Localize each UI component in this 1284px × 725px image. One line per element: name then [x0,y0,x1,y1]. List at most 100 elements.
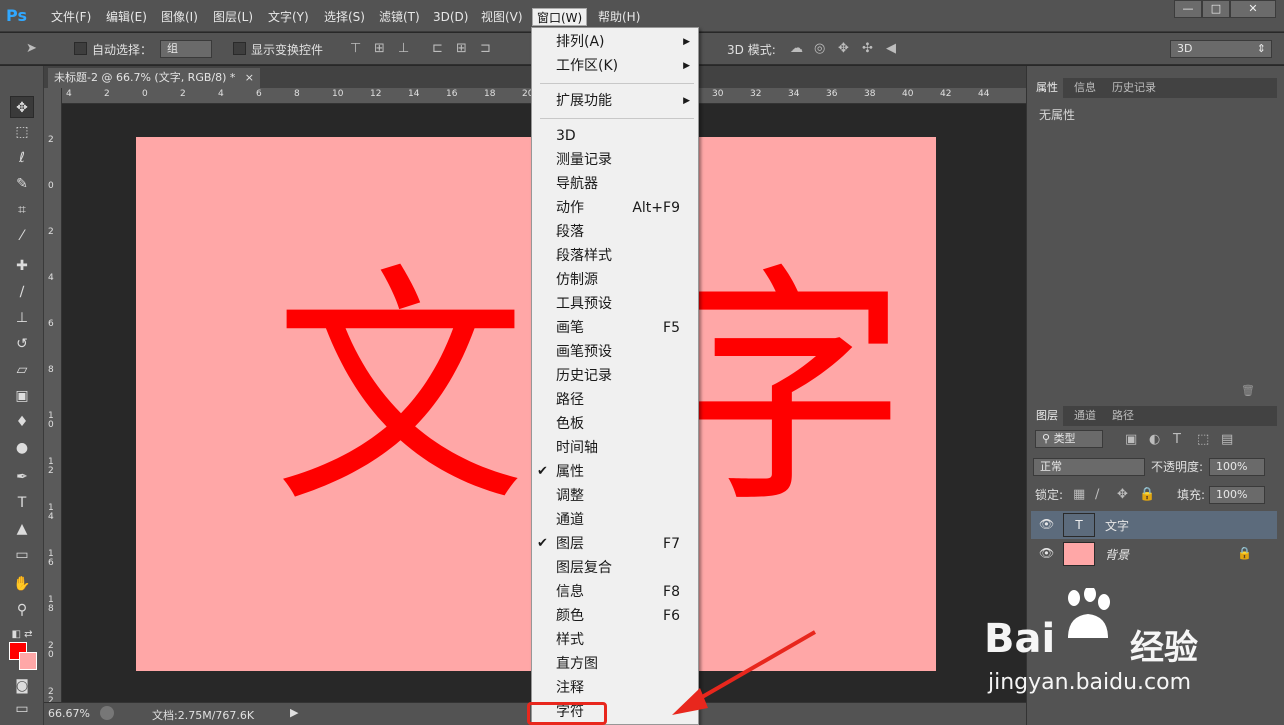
quick-select-tool-icon[interactable]: ✎ [10,173,34,195]
window-menu-item[interactable]: 导航器 [532,172,698,196]
brush-tool-icon[interactable]: ∕ [10,281,34,303]
menu-type[interactable]: 文字(Y) [264,8,313,26]
menu-filter[interactable]: 滤镜(T) [375,8,424,26]
window-menu-item[interactable]: 工具预设 [532,292,698,316]
layer-filter-dropdown[interactable]: ⚲ 类型 [1035,430,1103,448]
window-menu-item[interactable]: 路径 [532,388,698,412]
gradient-tool-icon[interactable]: ▣ [10,385,34,407]
window-menu-item[interactable]: 工作区(K) ▶ [532,54,698,78]
eraser-tool-icon[interactable]: ▱ [10,359,34,381]
menu-edit[interactable]: 编辑(E) [102,8,151,26]
pen-tool-icon[interactable]: ✒ [10,466,34,488]
3d-pan-icon[interactable]: ✥ [838,41,849,57]
window-menu-item[interactable]: ✔ 属性 [532,460,698,484]
move-tool-icon[interactable]: ➤ [26,41,37,57]
tab-channels[interactable]: 通道 [1069,406,1101,426]
dodge-tool-icon[interactable]: ● [10,437,34,459]
layer-name[interactable]: 文字 [1105,517,1129,534]
crop-tool-icon[interactable]: ⌗ [10,199,34,221]
align-hcenter-icon[interactable]: ⊞ [456,41,467,57]
tab-properties[interactable]: 属性 [1031,78,1063,98]
close-button[interactable]: ✕ [1230,0,1276,18]
minimize-button[interactable]: — [1174,0,1202,18]
auto-select-checkbox[interactable] [74,42,87,55]
filter-adjust-icon[interactable]: ◐ [1149,432,1160,448]
history-brush-tool-icon[interactable]: ↺ [10,333,34,355]
auto-select-dropdown[interactable]: 组 [160,40,212,58]
screen-mode-icon[interactable]: ▭ [10,698,34,720]
tab-layers[interactable]: 图层 [1031,406,1063,426]
layer-row-text[interactable]: 👁 T 文字 [1031,511,1277,539]
hand-tool-icon[interactable]: ✋ [10,573,34,595]
window-menu-item[interactable]: 段落样式 [532,244,698,268]
tab-info[interactable]: 信息 [1069,78,1101,98]
window-menu-item[interactable]: 调整 [532,484,698,508]
filter-smart-icon[interactable]: ▤ [1221,432,1233,448]
window-menu-item[interactable]: 段落 [532,220,698,244]
trash-icon[interactable]: 🗑 [1241,384,1255,397]
window-menu-item[interactable]: 动作 Alt+F9 [532,196,698,220]
align-left-icon[interactable]: ⊏ [432,41,443,57]
window-menu-item[interactable]: 图层复合 [532,556,698,580]
tab-history[interactable]: 历史记录 [1107,78,1161,98]
shape-tool-icon[interactable]: ▭ [10,544,34,566]
align-top-icon[interactable]: ⊤ [350,41,361,57]
quick-mask-icon[interactable]: ◙ [10,675,34,697]
menu-file[interactable]: 文件(F) [47,8,95,26]
window-menu-item[interactable]: 通道 [532,508,698,532]
window-menu-item[interactable]: ✔ 图层 F7 [532,532,698,556]
window-menu-item[interactable]: 排列(A) ▶ [532,30,698,54]
blur-tool-icon[interactable]: ♦ [10,411,34,433]
layer-row-background[interactable]: 👁 背景 🔒 [1031,540,1277,568]
close-icon[interactable]: × [245,68,254,88]
tab-paths[interactable]: 路径 [1107,406,1139,426]
filter-type-icon[interactable]: T [1173,432,1181,448]
window-menu-item[interactable]: 画笔预设 [532,340,698,364]
marquee-tool-icon[interactable]: ⬚ [10,121,34,143]
canvas-text-char-1[interactable]: 文 [274,265,526,517]
filter-shape-icon[interactable]: ⬚ [1197,432,1209,448]
menu-help[interactable]: 帮助(H) [594,8,644,26]
window-menu-item[interactable]: 仿制源 [532,268,698,292]
align-right-icon[interactable]: ⊐ [480,41,491,57]
window-menu-item[interactable]: 历史记录 [532,364,698,388]
fill-field[interactable]: 100% [1209,486,1265,504]
3d-scale-icon[interactable]: ◀ [886,41,896,57]
lasso-tool-icon[interactable]: ℓ [10,147,34,169]
3d-roll-icon[interactable]: ◎ [814,41,825,57]
menu-window[interactable]: 窗口(W) [532,8,588,26]
background-color-swatch[interactable] [19,652,37,670]
window-menu-item[interactable]: 色板 [532,412,698,436]
show-transform-checkbox[interactable] [233,42,246,55]
menu-3d[interactable]: 3D(D) [429,8,472,26]
zoom-tool-icon[interactable]: ⚲ [10,599,34,621]
workspace-dropdown[interactable]: 3D ⇕ [1170,40,1272,58]
lock-position-icon[interactable]: ✥ [1117,487,1128,503]
status-info-icon[interactable] [100,706,114,720]
blend-mode-dropdown[interactable]: 正常 [1033,458,1145,476]
eye-icon[interactable]: 👁 [1039,546,1054,560]
filter-pixel-icon[interactable]: ▣ [1125,432,1137,448]
3d-slide-icon[interactable]: ✣ [862,41,873,57]
3d-orbit-icon[interactable]: ☁ [790,41,803,57]
window-menu-item[interactable]: 时间轴 [532,436,698,460]
eye-icon[interactable]: 👁 [1039,517,1054,531]
lock-all-icon[interactable]: 🔒 [1139,487,1155,503]
align-bottom-icon[interactable]: ⊥ [398,41,409,57]
eyedropper-tool-icon[interactable]: ⁄ [10,225,34,247]
document-tab[interactable]: 未标题-2 @ 66.7% (文字, RGB/8) * × [48,68,260,88]
stamp-tool-icon[interactable]: ⊥ [10,307,34,329]
opacity-field[interactable]: 100% [1209,458,1265,476]
lock-transparent-icon[interactable]: ▦ [1073,487,1085,503]
status-arrow-icon[interactable]: ▶ [290,706,298,719]
window-menu-item[interactable]: 3D [532,124,698,148]
menu-layer[interactable]: 图层(L) [209,8,257,26]
menu-image[interactable]: 图像(I) [157,8,202,26]
healing-brush-tool-icon[interactable]: ✚ [10,255,34,277]
lock-pixels-icon[interactable]: ∕ [1095,487,1099,503]
window-menu-item[interactable]: 画笔 F5 [532,316,698,340]
path-select-tool-icon[interactable]: ▲ [10,518,34,540]
menu-select[interactable]: 选择(S) [320,8,369,26]
menu-view[interactable]: 视图(V) [477,8,527,26]
align-vcenter-icon[interactable]: ⊞ [374,41,385,57]
